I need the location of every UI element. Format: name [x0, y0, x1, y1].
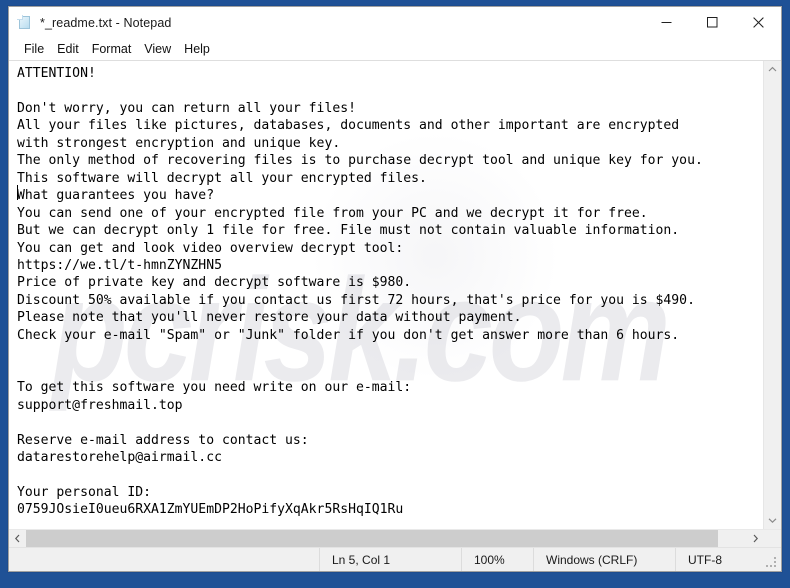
menu-item-help[interactable]: Help — [178, 40, 217, 59]
horizontal-scroll-track[interactable] — [26, 530, 747, 547]
status-bar: Ln 5, Col 1 100% Windows (CRLF) UTF-8 — [9, 547, 781, 571]
notepad-window: *_readme.txt - Notepad File Edit Format … — [8, 6, 782, 572]
maximize-icon[interactable] — [689, 7, 735, 38]
text-caret — [17, 185, 18, 200]
scroll-left-icon[interactable] — [9, 530, 26, 547]
status-line-column: Ln 5, Col 1 — [319, 548, 461, 571]
vertical-scroll-track[interactable] — [764, 78, 781, 512]
editor-region: pcrisk.com ATTENTION! Don't worry, you c… — [9, 60, 781, 529]
resize-grip-icon[interactable] — [766, 557, 778, 569]
scroll-down-icon[interactable] — [764, 512, 781, 529]
menu-item-view[interactable]: View — [138, 40, 178, 59]
window-controls — [643, 7, 781, 38]
menu-item-edit[interactable]: Edit — [51, 40, 86, 59]
window-titlebar[interactable]: *_readme.txt - Notepad — [9, 7, 781, 38]
vertical-scroll-thumb[interactable] — [764, 78, 781, 512]
horizontal-scroll-thumb[interactable] — [26, 530, 719, 547]
window-title: *_readme.txt - Notepad — [40, 15, 172, 30]
scrollbar-corner — [764, 530, 781, 547]
vertical-scrollbar[interactable] — [763, 61, 781, 529]
status-line-ending: Windows (CRLF) — [533, 548, 675, 571]
horizontal-scrollbar[interactable] — [9, 529, 781, 547]
ransom-note-text: ATTENTION! Don't worry, you can return a… — [17, 66, 703, 518]
scroll-up-icon[interactable] — [764, 61, 781, 78]
scroll-right-icon[interactable] — [747, 530, 764, 547]
menu-item-file[interactable]: File — [18, 40, 51, 59]
text-editor[interactable]: pcrisk.com ATTENTION! Don't worry, you c… — [9, 61, 763, 529]
status-zoom-level: 100% — [461, 548, 533, 571]
notepad-document-icon — [17, 14, 33, 31]
close-icon[interactable] — [735, 7, 781, 38]
titlebar-left: *_readme.txt - Notepad — [9, 14, 643, 31]
desktop-background: *_readme.txt - Notepad File Edit Format … — [0, 0, 790, 588]
menu-bar: File Edit Format View Help — [9, 38, 781, 60]
minimize-icon[interactable] — [643, 7, 689, 38]
menu-item-format[interactable]: Format — [86, 40, 139, 59]
